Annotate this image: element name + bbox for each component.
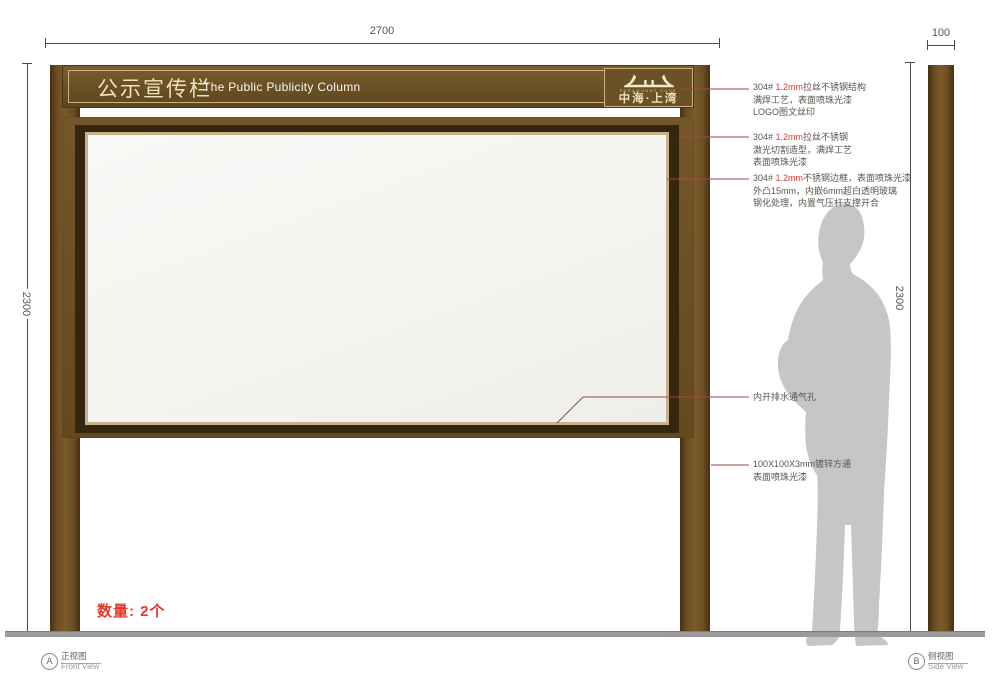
sign-header: 公示宣传栏 The Public Publicity Column PARAMO… — [62, 65, 694, 108]
dim-tick — [719, 38, 720, 48]
roof-icon — [620, 72, 678, 88]
brand-logo: PARAMOUNT COVE 中海·上湾 — [604, 68, 693, 107]
annotation-line: 304# 1.2mm拉丝不锈钢 — [753, 131, 958, 144]
board-tan-trim — [85, 132, 669, 425]
annotation-glass-frame: 304# 1.2mm不锈钢边框，表面喷珠光漆 外凸15mm，内嵌6mm超白透明玻… — [753, 172, 958, 210]
annotation-drain-hole: 内开排水通气孔 — [753, 391, 958, 404]
view-tag-b-label-en: Side View — [928, 662, 963, 671]
annotation-line: 钢化处理，内置气压杆支撑开合 — [753, 197, 958, 210]
annotation-line: 满焊工艺，表面喷珠光漆 — [753, 94, 958, 107]
annotation-laser-cut: 304# 1.2mm拉丝不锈钢 激光切割造型，满焊工艺 表面喷珠光漆 — [753, 131, 958, 169]
view-tag-a-label-en: Front View — [61, 662, 99, 671]
annotation-line: 表面喷珠光漆 — [753, 156, 958, 169]
dim-label-side-width: 100 — [917, 27, 965, 39]
dim-line-front-width — [45, 43, 719, 44]
dim-label-front-width: 2700 — [45, 25, 719, 37]
dim-tick — [45, 38, 46, 48]
view-tag-b-circle: B — [908, 653, 925, 670]
annotation-header-structure: 304# 1.2mm拉丝不锈钢结构 满焊工艺，表面喷珠光漆 LOGO图文丝印 — [753, 81, 958, 119]
signage-design-drawing: 2700 2300 公示宣传栏 The Public Publicity Col… — [0, 0, 1000, 677]
dim-tick — [22, 63, 32, 64]
annotation-line: 外凸15mm，内嵌6mm超白透明玻璃 — [753, 185, 958, 198]
dim-tick — [927, 40, 928, 50]
brand-name-cn: 中海·上湾 — [605, 93, 692, 106]
annotation-line: 内开排水通气孔 — [753, 391, 958, 404]
annotation-line: 100X100X3mm镀锌方通 — [753, 458, 958, 471]
human-figure-silhouette — [762, 200, 904, 650]
sign-title-en: The Public Publicity Column — [203, 80, 361, 94]
board-inner-frame — [75, 125, 679, 433]
annotation-line: 表面喷珠光漆 — [753, 471, 958, 484]
sign-title-cn: 公示宣传栏 — [97, 73, 212, 103]
dim-line-front-height — [27, 63, 28, 633]
annotation-line: LOGO图文丝印 — [753, 106, 958, 119]
dim-tick — [905, 62, 915, 63]
ground-line — [5, 631, 985, 637]
view-tag-a-circle: A — [41, 653, 58, 670]
annotation-post-spec: 100X100X3mm镀锌方通 表面喷珠光漆 — [753, 458, 958, 483]
dim-tick — [954, 40, 955, 50]
annotation-line: 304# 1.2mm拉丝不锈钢结构 — [753, 81, 958, 94]
dim-line-side-width — [927, 45, 954, 46]
glass-panel — [88, 135, 666, 422]
quantity-note: 数量: 2个 — [97, 600, 166, 621]
dim-label-side-height: 2300 — [893, 283, 905, 313]
dim-label-front-height: 2300 — [20, 289, 32, 319]
annotation-line: 激光切割造型，满焊工艺 — [753, 144, 958, 157]
display-board — [62, 117, 694, 438]
annotation-line: 304# 1.2mm不锈钢边框，表面喷珠光漆 — [753, 172, 958, 185]
